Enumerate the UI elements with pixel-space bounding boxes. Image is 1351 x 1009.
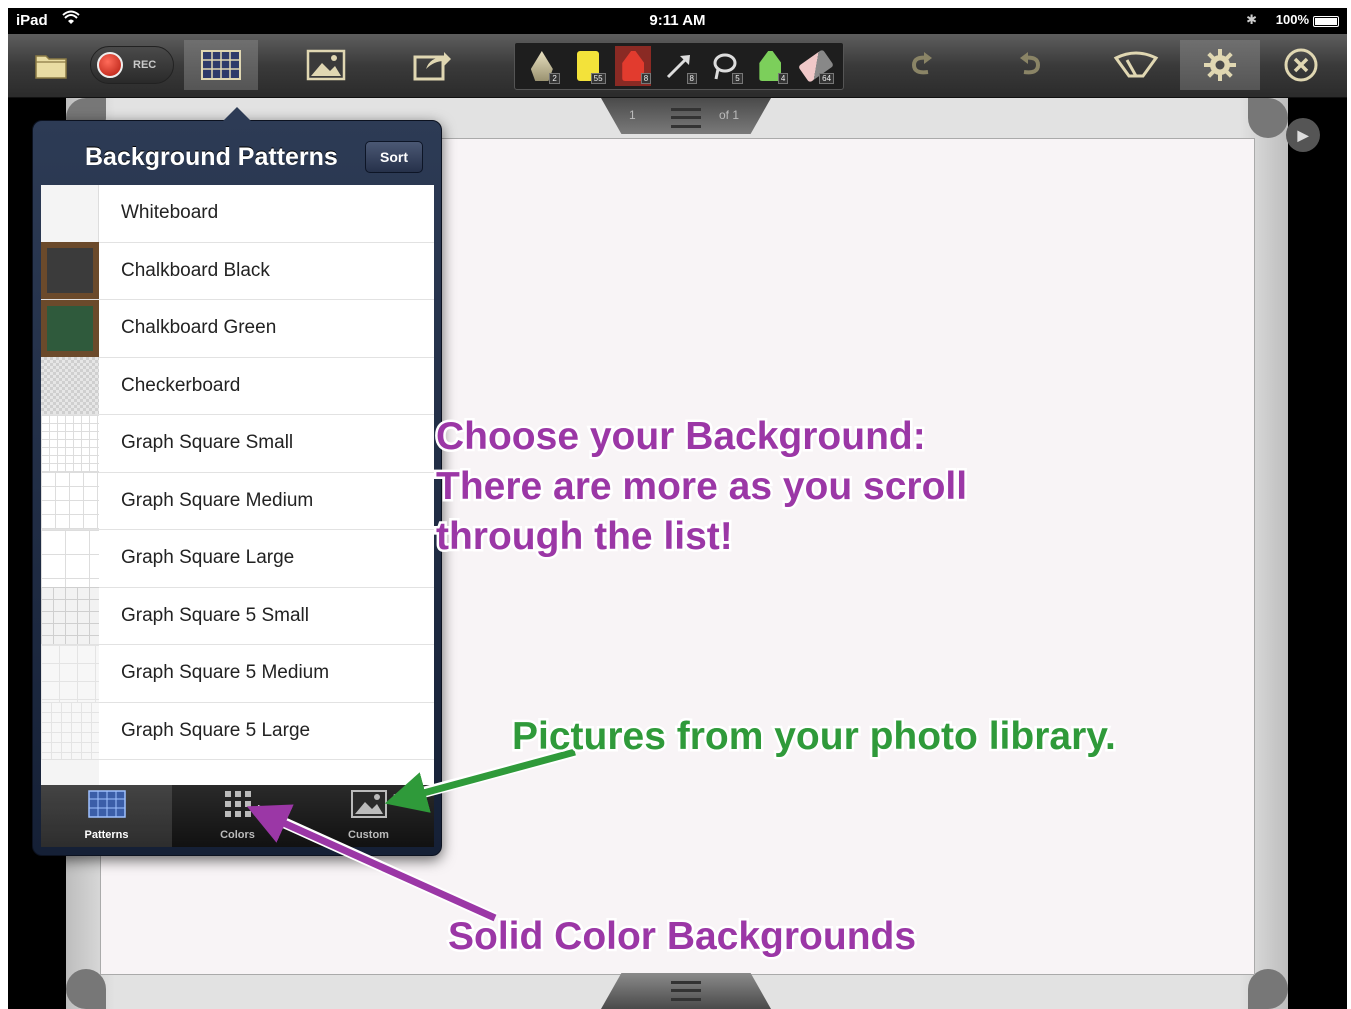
pattern-thumbnail <box>41 414 99 472</box>
pattern-thumbnail <box>41 587 99 645</box>
page-current: 1 <box>629 108 636 122</box>
record-button[interactable]: REC <box>90 46 174 84</box>
list-item[interactable]: Graph Square Large <box>41 529 434 588</box>
redo-icon[interactable] <box>898 40 944 90</box>
pattern-label: Chalkboard Green <box>121 317 277 339</box>
annotation-solid-color: Solid Color Backgrounds <box>445 913 918 961</box>
frame-corner <box>1248 969 1288 1009</box>
grid-icon <box>223 789 253 825</box>
tool-count: 8 <box>686 73 697 84</box>
pattern-list: Whiteboard Chalkboard Black Chalkboard G… <box>41 185 434 785</box>
annotation-pictures: Pictures from your photo library. <box>510 713 1119 761</box>
list-item-partial[interactable] <box>41 759 434 785</box>
patterns-icon <box>87 789 127 825</box>
annotation-choose-background: Choose your Background: There are more a… <box>433 412 969 562</box>
tool-count: 8 <box>640 73 652 84</box>
popover-title: Background Patterns <box>85 143 338 171</box>
folder-icon[interactable] <box>28 40 74 90</box>
green-marker-tool[interactable]: 4 <box>752 46 789 86</box>
tool-count: 2 <box>549 73 560 84</box>
pattern-label: Graph Square Small <box>121 432 294 454</box>
frame-corner <box>1248 98 1288 138</box>
side-play-icon[interactable]: ▶ <box>1286 118 1320 152</box>
pattern-thumbnail <box>41 357 99 415</box>
page-total: of 1 <box>719 108 740 122</box>
red-marker-tool[interactable]: 8 <box>615 46 652 86</box>
wiper-icon[interactable] <box>1108 40 1164 90</box>
tool-count: 5 <box>732 73 743 84</box>
list-item[interactable]: Graph Square 5 Medium <box>41 644 434 703</box>
menu-lines-icon <box>671 108 701 128</box>
record-icon <box>97 52 123 78</box>
popover-tab-bar: Patterns Colors Custom <box>41 785 434 847</box>
lasso-tool[interactable]: 5 <box>707 46 743 86</box>
list-item[interactable]: Chalkboard Green <box>41 299 434 358</box>
tool-count: 4 <box>777 73 789 84</box>
picture-icon[interactable] <box>300 40 352 90</box>
pattern-label: Graph Square 5 Small <box>121 604 309 626</box>
pattern-thumbnail <box>41 472 99 530</box>
pattern-thumbnail <box>41 644 99 702</box>
list-item[interactable]: Whiteboard <box>41 185 434 243</box>
undo-icon[interactable] <box>1008 40 1054 90</box>
background-patterns-button[interactable] <box>184 40 258 90</box>
list-item[interactable]: Chalkboard Black <box>41 242 434 300</box>
tab-colors[interactable]: Colors <box>172 785 303 847</box>
pattern-label: Checkerboard <box>121 374 241 396</box>
background-patterns-popover: Background Patterns Sort Whiteboard Chal… <box>32 107 442 856</box>
tool-count: 64 <box>819 73 835 84</box>
pattern-label: Graph Square Medium <box>121 489 314 511</box>
tab-patterns[interactable]: Patterns <box>41 785 172 847</box>
close-icon[interactable] <box>1276 40 1326 90</box>
annotation-line: through the list! <box>433 513 735 561</box>
tab-label: Colors <box>220 829 255 841</box>
tab-custom[interactable]: Custom <box>303 785 434 847</box>
patterns-icon <box>201 50 241 80</box>
bluetooth-icon: ✱ <box>1246 12 1257 27</box>
pattern-label: Chalkboard Black <box>121 259 270 281</box>
status-bar: iPad 9:11 AM ✱ 100% <box>8 8 1347 34</box>
annotation-line: There are more as you scroll <box>433 463 969 511</box>
main-toolbar: REC 2 55 8 8 5 4 64 <box>8 34 1347 98</box>
pattern-thumbnail <box>41 242 99 300</box>
pattern-thumbnail <box>41 702 99 760</box>
pattern-thumbnail <box>41 529 99 587</box>
share-icon[interactable] <box>406 40 458 90</box>
page-indicator[interactable]: 1 of 1 <box>601 98 771 134</box>
pattern-thumbnail <box>41 299 99 357</box>
frame-corner <box>66 969 106 1009</box>
bottom-handle[interactable] <box>601 973 771 1009</box>
highlighter-tool[interactable]: 55 <box>570 46 606 86</box>
pen-tool[interactable]: 2 <box>524 46 560 86</box>
pattern-label: Whiteboard <box>121 202 219 224</box>
tool-count: 55 <box>590 73 606 84</box>
eraser-tool[interactable]: 64 <box>798 46 835 86</box>
tab-label: Patterns <box>84 829 129 841</box>
pattern-thumbnail <box>41 185 99 242</box>
list-item[interactable]: Graph Square Small <box>41 414 434 473</box>
picture-icon <box>350 789 388 825</box>
drawing-tools: 2 55 8 8 5 4 64 <box>514 42 844 90</box>
annotation-line: Choose your Background: <box>433 413 928 461</box>
list-item[interactable]: Graph Square Medium <box>41 472 434 530</box>
tab-label: Custom <box>348 829 389 841</box>
menu-lines-icon <box>671 981 701 1001</box>
list-item[interactable]: Graph Square 5 Small <box>41 587 434 645</box>
record-label: REC <box>133 59 157 71</box>
list-item[interactable]: Checkerboard <box>41 357 434 415</box>
list-item[interactable]: Graph Square 5 Large <box>41 702 434 760</box>
battery-icon <box>1313 16 1339 27</box>
battery-percent: 100% <box>1275 12 1309 27</box>
clock: 9:11 AM <box>649 12 706 29</box>
pattern-thumbnail <box>41 759 99 785</box>
arrow-tool[interactable]: 8 <box>661 46 697 86</box>
sort-button[interactable]: Sort <box>365 141 423 173</box>
pattern-label: Graph Square 5 Large <box>121 719 311 741</box>
pattern-label: Graph Square 5 Medium <box>121 662 330 684</box>
pattern-label: Graph Square Large <box>121 547 295 569</box>
settings-gear-icon[interactable] <box>1180 40 1260 90</box>
